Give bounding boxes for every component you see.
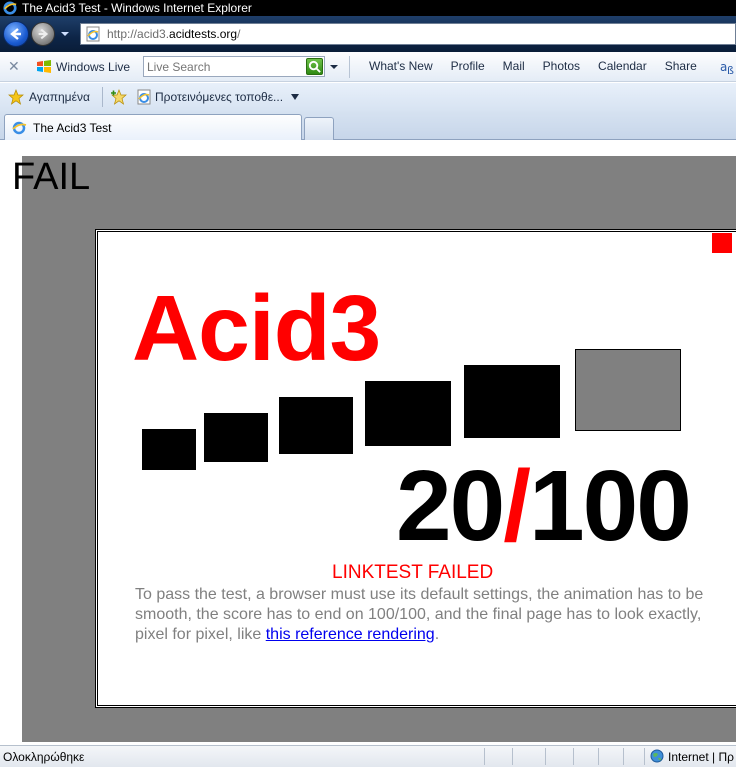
svg-text:ß: ß — [727, 64, 734, 77]
link-whats-new[interactable]: What's New — [369, 59, 433, 73]
reference-rendering-link[interactable]: this reference rendering — [266, 626, 435, 643]
search-options-dropdown-icon[interactable] — [328, 60, 340, 74]
test-bucket-4 — [365, 381, 451, 446]
score-display: 20/100 — [396, 450, 692, 562]
instructions-end: . — [434, 626, 440, 643]
url-domain: acidtests.org — [169, 27, 238, 41]
status-divider — [623, 748, 624, 765]
url-prefix: http://acid3. — [107, 27, 170, 41]
status-divider — [545, 748, 546, 765]
forward-button[interactable] — [31, 22, 55, 46]
score-value: 20 — [396, 450, 505, 562]
suggested-sites-ie-icon — [137, 89, 151, 105]
favorites-star-icon[interactable] — [8, 89, 24, 105]
tab-acid3-test[interactable]: The Acid3 Test — [4, 114, 302, 140]
toolbar-divider — [349, 56, 350, 78]
test-bucket-6 — [575, 349, 681, 431]
suggested-sites-dropdown-icon[interactable] — [291, 94, 299, 100]
page-ie-icon — [86, 26, 100, 42]
acid3-heading: Acid3 — [132, 276, 381, 380]
windows-live-label: Windows Live — [56, 60, 131, 74]
address-field[interactable]: http://acid3.acidtests.org/ — [80, 23, 736, 45]
add-to-favorites-icon[interactable] — [110, 89, 128, 105]
new-tab-button[interactable] — [304, 117, 334, 140]
status-divider — [644, 748, 645, 765]
link-photos[interactable]: Photos — [543, 59, 580, 73]
address-url: http://acid3.acidtests.org/ — [107, 27, 240, 41]
search-go-button[interactable] — [306, 58, 323, 75]
url-suffix: / — [237, 27, 241, 41]
test-bucket-3 — [279, 397, 353, 454]
window-title: The Acid3 Test - Windows Internet Explor… — [22, 1, 252, 15]
back-button[interactable] — [3, 21, 29, 47]
live-search-input[interactable] — [143, 56, 325, 77]
status-divider — [484, 748, 485, 765]
security-zone-label[interactable]: Internet | Πρ — [668, 750, 734, 764]
test-bucket-1 — [142, 429, 196, 470]
status-divider — [598, 748, 599, 765]
link-profile[interactable]: Profile — [451, 59, 485, 73]
favorites-divider — [102, 87, 103, 107]
toolbar-close-icon[interactable]: ✕ — [8, 58, 20, 75]
window-titlebar: The Acid3 Test - Windows Internet Explor… — [0, 0, 736, 16]
test-bucket-2 — [204, 413, 268, 462]
status-bar — [0, 745, 736, 767]
score-total: 100 — [529, 450, 692, 562]
favorites-button[interactable]: Αγαπημένα — [29, 90, 90, 104]
windows-live-button[interactable]: Windows Live — [36, 59, 130, 75]
link-share[interactable]: Share — [665, 59, 697, 73]
status-divider — [573, 748, 574, 765]
instructions-paragraph: To pass the test, a browser must use its… — [135, 585, 705, 645]
tab-label: The Acid3 Test — [33, 120, 112, 135]
link-calendar[interactable]: Calendar — [598, 59, 647, 73]
translate-icon[interactable]: a ß — [719, 57, 736, 77]
red-corner-square — [712, 233, 732, 253]
tab-ie-icon — [12, 121, 27, 134]
navigation-bar: http://acid3.acidtests.org/ — [0, 16, 736, 52]
back-arrow-icon — [10, 28, 21, 40]
ie-logo-icon — [3, 1, 17, 15]
windows-flag-icon — [37, 60, 51, 73]
search-icon — [308, 60, 321, 73]
fail-text: FAIL — [12, 156, 91, 198]
status-text: Ολοκληρώθηκε — [3, 750, 85, 764]
forward-arrow-icon — [38, 28, 49, 40]
link-mail[interactable]: Mail — [503, 59, 525, 73]
live-links: What's New Profile Mail Photos Calendar … — [369, 59, 715, 73]
recent-pages-dropdown-icon[interactable] — [60, 29, 70, 39]
internet-zone-globe-icon — [650, 749, 664, 763]
linktest-status: LINKTEST FAILED — [332, 562, 494, 583]
test-bucket-5 — [464, 365, 560, 438]
suggested-sites-button[interactable]: Προτεινόμενες τοποθε... — [155, 90, 283, 104]
status-divider — [512, 748, 513, 765]
score-slash: / — [503, 450, 531, 562]
